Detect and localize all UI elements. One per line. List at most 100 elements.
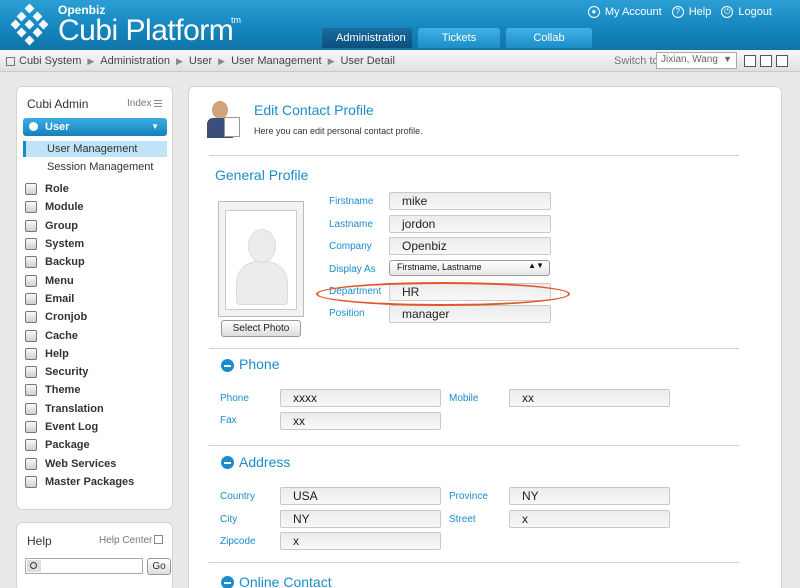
position-field[interactable]: manager (389, 305, 551, 323)
sidebar-item-menu[interactable]: Menu (25, 271, 134, 289)
sidebar-item-role[interactable]: Role (25, 180, 134, 198)
tab-administration[interactable]: Administration (322, 28, 412, 48)
city-field[interactable]: NY (280, 510, 441, 528)
sidebar-item-group[interactable]: Group (25, 217, 134, 235)
sidebar-item-session-management[interactable]: Session Management (23, 159, 167, 175)
sidebar-item-module[interactable]: Module (25, 198, 134, 216)
menu-icon (25, 274, 37, 287)
collapse-address-icon[interactable] (221, 456, 234, 469)
print-icon[interactable] (776, 55, 788, 67)
sidebar-item-label: Group (45, 219, 78, 232)
display-as-select[interactable]: Firstname, Lastname ▲▼ (389, 260, 550, 276)
sidebar-item-label: System (45, 238, 85, 251)
crumb-separator-icon: ▶ (87, 55, 95, 66)
display-as-value: Firstname, Lastname (397, 262, 482, 272)
sidebar-item-label: Cronjob (45, 311, 88, 324)
web-services-icon (25, 457, 37, 470)
lastname-field[interactable]: jordon (389, 215, 551, 233)
contact-profile-icon (206, 101, 240, 139)
fax-label: Fax (220, 415, 237, 426)
chevron-down-icon: ▼ (151, 122, 159, 131)
crumb-separator-icon: ▶ (327, 55, 335, 66)
collapse-phone-icon[interactable] (221, 359, 234, 372)
package-icon (25, 439, 37, 452)
list-icon[interactable] (154, 100, 162, 107)
crumb-cubi-system[interactable]: Cubi System (19, 55, 81, 67)
zipcode-label: Zipcode (220, 536, 256, 547)
switch-user-value: Jixian, Wang (661, 54, 718, 65)
help-icon (25, 347, 37, 360)
tab-collab[interactable]: Collab (506, 28, 592, 48)
firstname-field[interactable]: mike (389, 192, 551, 210)
crumb-user-management[interactable]: User Management (231, 55, 322, 67)
collapse-online-contact-icon[interactable] (221, 576, 234, 588)
module-icon (25, 201, 37, 214)
phone-field[interactable]: xxxx (280, 389, 441, 407)
mobile-field[interactable]: xx (509, 389, 670, 407)
switch-user-select[interactable]: Jixian, Wang ▼ (656, 52, 737, 69)
main-tabs: Administration Tickets Collab (322, 28, 592, 48)
switch-to-label: Switch to (614, 55, 659, 67)
tab-tickets[interactable]: Tickets (418, 28, 500, 48)
sidebar-item-label: Cache (45, 329, 79, 342)
home-icon (6, 56, 15, 66)
search-icon (27, 560, 41, 572)
role-icon (25, 183, 37, 196)
my-account-label: My Account (604, 6, 662, 18)
sidebar-menu: Role Module Group System Backup Menu Ema… (25, 180, 134, 491)
city-label: City (220, 514, 238, 525)
sidebar-item-user-management[interactable]: User Management (23, 141, 167, 157)
sidebar-item-cronjob[interactable]: Cronjob (25, 308, 134, 326)
sidebar-item-label: Role (45, 183, 69, 196)
fax-field[interactable]: xx (280, 412, 441, 430)
sidebar-item-help[interactable]: Help (25, 345, 134, 363)
window-icon[interactable] (760, 55, 772, 67)
position-label: Position (329, 308, 365, 319)
sidebar-group-user[interactable]: User ▼ (23, 118, 167, 136)
sidebar-item-web-services[interactable]: Web Services (25, 454, 134, 472)
province-label: Province (449, 491, 488, 502)
help-link[interactable]: ? Help (671, 6, 711, 18)
crumb-user[interactable]: User (189, 55, 212, 67)
country-field[interactable]: USA (280, 487, 441, 505)
backup-icon (25, 256, 37, 269)
edit-icon[interactable] (744, 55, 756, 67)
section-phone: Phone (239, 356, 280, 372)
crumb-separator-icon: ▶ (175, 55, 183, 66)
page-description: Here you can edit personal contact profi… (254, 126, 423, 136)
minimize-icon[interactable] (154, 535, 163, 544)
mobile-label: Mobile (449, 393, 479, 404)
display-as-label: Display As (329, 264, 376, 275)
section-address: Address (239, 454, 291, 470)
zipcode-field[interactable]: x (280, 532, 441, 550)
company-field[interactable]: Openbiz (389, 237, 551, 255)
sidebar-item-cache[interactable]: Cache (25, 326, 134, 344)
sidebar-item-translation[interactable]: Translation (25, 400, 134, 418)
system-icon (25, 238, 37, 251)
sidebar-item-package[interactable]: Package (25, 436, 134, 454)
brand-tm: tm (231, 15, 241, 25)
photo-placeholder (225, 210, 297, 310)
department-field[interactable]: HR (389, 283, 551, 301)
help-panel: Help Help Center Go (16, 522, 173, 588)
translation-icon (25, 402, 37, 415)
sidebar-item-security[interactable]: Security (25, 363, 134, 381)
help-center-link[interactable]: Help Center (99, 535, 152, 546)
sidebar-item-backup[interactable]: Backup (25, 253, 134, 271)
sidebar-item-master-packages[interactable]: Master Packages (25, 473, 134, 491)
sidebar-item-email[interactable]: Email (25, 290, 134, 308)
logout-link[interactable]: ⏻ Logout (721, 6, 772, 18)
street-field[interactable]: x (509, 510, 670, 528)
my-account-link[interactable]: ● My Account (587, 6, 662, 18)
sidebar-item-system[interactable]: System (25, 235, 134, 253)
sidebar-item-theme[interactable]: Theme (25, 381, 134, 399)
crumb-administration[interactable]: Administration (100, 55, 170, 67)
help-search-input[interactable] (25, 558, 143, 574)
province-field[interactable]: NY (509, 487, 670, 505)
cache-icon (25, 329, 37, 342)
help-panel-title: Help (27, 534, 52, 548)
sidebar-index-link[interactable]: Index (127, 98, 151, 109)
select-photo-button[interactable]: Select Photo (221, 320, 301, 337)
help-go-button[interactable]: Go (147, 558, 171, 575)
sidebar-item-event-log[interactable]: Event Log (25, 418, 134, 436)
